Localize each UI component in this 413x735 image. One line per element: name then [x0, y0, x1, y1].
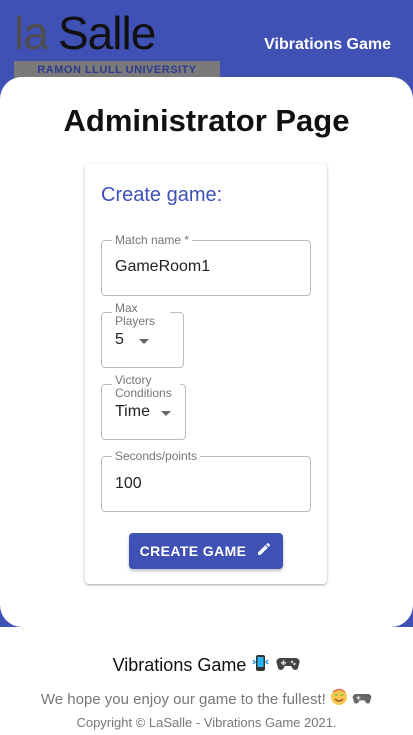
- create-game-form: Create game: Match name * GameRoom1 Max …: [85, 164, 327, 584]
- seconds-points-label: Seconds/points: [112, 449, 201, 463]
- match-name-field[interactable]: Match name * GameRoom1: [101, 233, 311, 296]
- header-title: Vibrations Game: [264, 36, 391, 53]
- gamepad-icon: [352, 690, 372, 710]
- pencil-icon: [256, 541, 272, 562]
- footer-message: We hope you enjoy our game to the fulles…: [0, 688, 413, 710]
- footer-message-text: We hope you enjoy our game to the fulles…: [40, 691, 326, 708]
- logo-salle-text: Salle: [58, 7, 156, 59]
- chevron-down-icon: [139, 339, 149, 344]
- create-game-button[interactable]: CREATE GAME: [129, 533, 283, 569]
- victory-conditions-select[interactable]: Victory Conditions Time: [101, 374, 186, 440]
- victory-conditions-value: Time: [115, 403, 150, 420]
- lasalle-logo[interactable]: la Salle RAMON LLULL UNIVERSITY: [14, 8, 220, 80]
- footer: Vibrations Game We hope you enjoy our ga…: [0, 627, 413, 735]
- page-title: Administrator Page: [63, 103, 350, 138]
- match-name-label: Match name *: [112, 233, 193, 247]
- create-game-button-label: CREATE GAME: [139, 543, 247, 559]
- seconds-points-field[interactable]: Seconds/points 100: [101, 449, 311, 512]
- footer-title: Vibrations Game: [0, 653, 413, 678]
- logo-la-text: la: [14, 7, 49, 59]
- gamepad-icon: [276, 653, 300, 678]
- match-name-value: GameRoom1: [115, 258, 211, 275]
- chevron-down-icon: [161, 411, 171, 416]
- main-card: Administrator Page Create game: Match na…: [0, 77, 413, 627]
- seconds-points-value: 100: [115, 475, 142, 492]
- victory-conditions-label: Victory Conditions: [112, 374, 180, 400]
- footer-title-text: Vibrations Game: [112, 655, 247, 675]
- max-players-label: Max Players: [112, 302, 170, 328]
- smile-emoji-icon: [330, 688, 348, 710]
- form-title: Create game:: [101, 184, 223, 206]
- phone-vibrate-icon: [251, 653, 271, 678]
- max-players-select[interactable]: Max Players 5: [101, 302, 184, 368]
- copyright-text: Copyright © LaSalle - Vibrations Game 20…: [76, 715, 337, 730]
- max-players-value: 5: [115, 331, 124, 348]
